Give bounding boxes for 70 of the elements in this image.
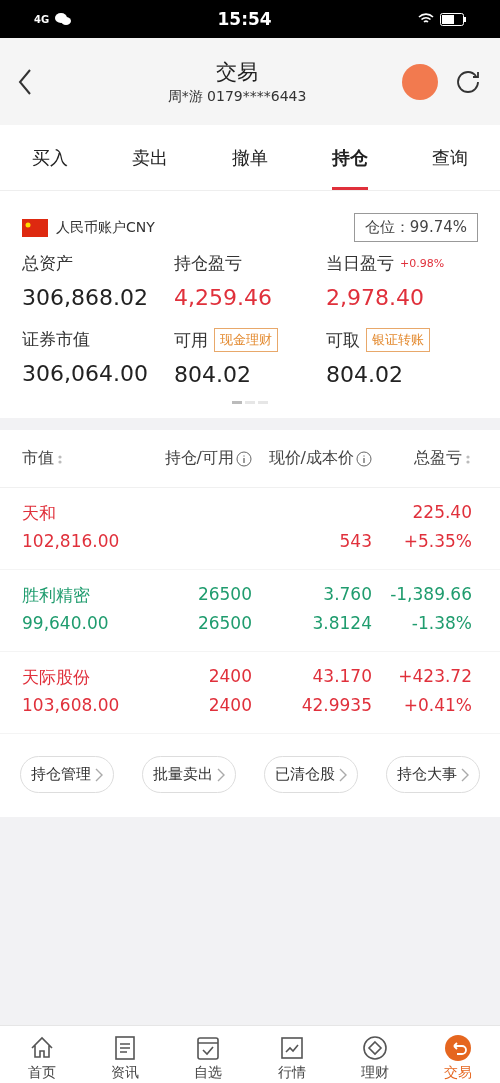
table-cell-text: 225.40 — [411, 502, 472, 524]
nav-item[interactable]: 资讯 — [83, 1026, 167, 1083]
chevron-icon — [339, 767, 347, 782]
column-header[interactable]: 市值 — [22, 448, 54, 469]
table-cell: 2400 — [208, 666, 252, 686]
action-pill[interactable]: 持仓管理 — [20, 756, 114, 793]
table-cell-text: +0.41% — [402, 695, 472, 717]
stock-name[interactable]: 天际股份 — [22, 666, 152, 691]
table-cell-text: -1.38% — [410, 613, 472, 635]
table-cell: 3.8124 — [312, 613, 372, 633]
table-cell: 42.9935 — [301, 695, 372, 715]
table-cell-text: +423.72 — [397, 666, 472, 688]
stock-name[interactable]: 天和 — [22, 502, 152, 527]
action-pill[interactable]: 持仓大事 — [386, 756, 480, 793]
battery-icon — [440, 12, 466, 26]
nav-item[interactable]: 首页 — [0, 1026, 84, 1083]
back-icon[interactable] — [18, 68, 32, 95]
column-header[interactable]: 持仓/可用 — [164, 448, 234, 469]
wifi-icon — [418, 13, 434, 25]
stock-name[interactable]: 胜利精密 — [22, 584, 152, 609]
tab[interactable]: 买入 — [0, 125, 100, 190]
table-cell-text: 103,608.00 — [22, 695, 121, 717]
table-cell: 26500 — [197, 584, 252, 604]
table-cell: 2400 — [208, 695, 252, 715]
stat-change: +0.98% — [400, 257, 445, 270]
info-icon[interactable] — [356, 450, 372, 467]
table-cell-text: 99,640.00 — [22, 613, 110, 635]
stat-label: 持仓盈亏 — [174, 252, 242, 275]
stat-label: 当日盈亏 — [326, 252, 394, 275]
avatar-icon[interactable] — [402, 63, 438, 100]
account-name: 人民币账户CNY — [56, 218, 155, 237]
action-pill[interactable]: 批量卖出 — [142, 756, 236, 793]
stat-label: 可取 — [326, 328, 360, 352]
chevron-icon — [95, 767, 103, 782]
stat-value: 306,868.02 — [22, 285, 149, 310]
tab[interactable]: 撤单 — [200, 125, 300, 190]
stat-label: 总资产 — [22, 252, 73, 275]
stat-value: 306,064.00 — [22, 361, 149, 386]
account-subtitle[interactable]: 周*游 0179****6443 — [167, 87, 307, 106]
chevron-icon — [217, 767, 225, 782]
table-cell: 26500 — [197, 613, 252, 633]
clock: 15:54 — [217, 9, 272, 29]
stat-value: 4,259.46 — [174, 285, 273, 310]
table-cell-text: 102,816.00 — [22, 531, 121, 553]
table-cell-text: -1,389.66 — [389, 584, 472, 606]
info-icon[interactable] — [236, 450, 252, 467]
stat-label: 证券市值 — [22, 328, 90, 351]
nav-item[interactable]: 理财 — [333, 1026, 417, 1083]
stat-value: 804.02 — [326, 362, 404, 387]
action-pill[interactable]: 已清仓股 — [264, 756, 358, 793]
tab[interactable]: 持仓 — [300, 125, 400, 190]
stat-label: 可用 — [174, 328, 208, 352]
tab[interactable]: 卖出 — [100, 125, 200, 190]
position-ratio: 仓位：99.74% — [353, 213, 478, 242]
stat-value: 2,978.40 — [326, 285, 425, 310]
table-cell: 543 — [339, 531, 372, 551]
table-cell-text: +5.35% — [402, 531, 472, 553]
network-label: 4G — [34, 13, 50, 25]
flag-icon — [22, 218, 48, 237]
table-cell: 3.760 — [323, 584, 372, 604]
page-title: 交易 — [216, 58, 258, 86]
column-header[interactable]: 现价/成本价 — [268, 448, 354, 469]
table-cell: 43.170 — [312, 666, 372, 686]
stat-value: 804.02 — [174, 362, 252, 387]
tab[interactable]: 查询 — [400, 125, 500, 190]
chevron-icon — [461, 767, 469, 782]
column-header[interactable]: 总盈亏 — [414, 448, 462, 469]
chat-icon — [55, 12, 72, 26]
nav-item[interactable]: 行情 — [250, 1026, 334, 1083]
nav-item[interactable]: 自选 — [166, 1026, 250, 1083]
